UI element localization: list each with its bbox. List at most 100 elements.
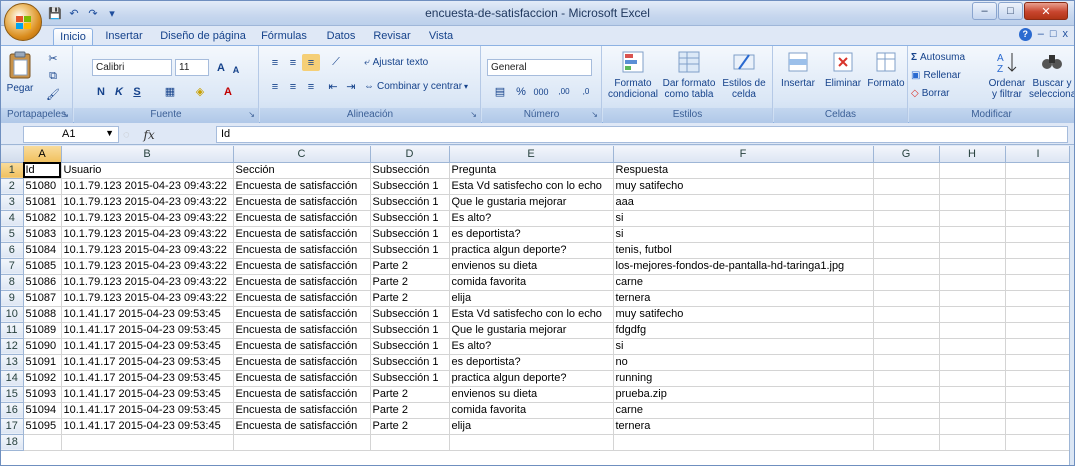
format-cells-button[interactable]: Formato (866, 49, 906, 89)
bold-button[interactable]: N (94, 83, 108, 100)
font-family-select[interactable]: Calibri (92, 59, 172, 76)
insert-function-icon[interactable]: fx (144, 128, 155, 142)
increase-decimals-button[interactable]: ,00 (554, 83, 574, 100)
cell-h11[interactable] (939, 322, 1006, 339)
tab-revisar[interactable]: Revisar (371, 28, 413, 45)
tab-diseno-pagina[interactable]: Diseño de página (159, 28, 247, 45)
cell-f15[interactable]: prueba.zip (613, 386, 874, 403)
cell-e15[interactable]: envienos su dieta (449, 386, 614, 403)
cell-b6[interactable]: 10.1.79.123 2015-04-23 09:43:22 (61, 242, 234, 259)
cell-c7[interactable]: Encuesta de satisfacción (233, 258, 371, 275)
row-header[interactable]: 2 (1, 178, 24, 195)
cell-i12[interactable] (1005, 338, 1072, 355)
cell-b1[interactable]: Usuario (61, 162, 234, 179)
cell-h9[interactable] (939, 290, 1006, 307)
column-header-e[interactable]: E (449, 146, 614, 163)
row-header[interactable]: 15 (1, 386, 24, 403)
cell-b10[interactable]: 10.1.41.17 2015-04-23 09:53:45 (61, 306, 234, 323)
increase-indent-icon[interactable]: ⇥ (342, 78, 360, 95)
cell-i11[interactable] (1005, 322, 1072, 339)
cell-e1[interactable]: Pregunta (449, 162, 614, 179)
percent-button[interactable]: % (514, 83, 528, 100)
cell-f6[interactable]: tenis, futbol (613, 242, 874, 259)
workbook-close-button[interactable]: x (1063, 28, 1069, 41)
borders-icon[interactable]: ▦ (158, 83, 182, 100)
cell-c15[interactable]: Encuesta de satisfacción (233, 386, 371, 403)
row-header[interactable]: 6 (1, 242, 24, 259)
cell-b8[interactable]: 10.1.79.123 2015-04-23 09:43:22 (61, 274, 234, 291)
cell-b7[interactable]: 10.1.79.123 2015-04-23 09:43:22 (61, 258, 234, 275)
cell-d15[interactable]: Parte 2 (370, 386, 450, 403)
cell-i1[interactable] (1005, 162, 1072, 179)
cell-i9[interactable] (1005, 290, 1072, 307)
cell-i13[interactable] (1005, 354, 1072, 371)
row-header[interactable]: 10 (1, 306, 24, 323)
cell-b3[interactable]: 10.1.79.123 2015-04-23 09:43:22 (61, 194, 234, 211)
font-color-icon[interactable]: A (216, 83, 240, 100)
cell-a4[interactable]: 51082 (23, 210, 62, 227)
cell-d8[interactable]: Parte 2 (370, 274, 450, 291)
find-select-button[interactable]: Buscar y seleccionar (1029, 49, 1074, 100)
cell-h5[interactable] (939, 226, 1006, 243)
fill-button[interactable]: ▣ Rellenar (911, 67, 983, 84)
cell-b17[interactable]: 10.1.41.17 2015-04-23 09:53:45 (61, 418, 234, 435)
cell-f14[interactable]: running (613, 370, 874, 387)
align-right-icon[interactable]: ≡ (302, 78, 320, 95)
cell-d17[interactable]: Parte 2 (370, 418, 450, 435)
cell-g8[interactable] (873, 274, 940, 291)
cell-d5[interactable]: Subsección 1 (370, 226, 450, 243)
cell-e18[interactable] (449, 434, 614, 451)
decrease-indent-icon[interactable]: ⇤ (324, 78, 342, 95)
cell-h7[interactable] (939, 258, 1006, 275)
cell-d14[interactable]: Subsección 1 (370, 370, 450, 387)
cell-b13[interactable]: 10.1.41.17 2015-04-23 09:53:45 (61, 354, 234, 371)
help-icon[interactable]: ? (1018, 28, 1032, 41)
merge-center-button[interactable]: ⇔ Combinar y centrar ▾ (364, 78, 480, 95)
cell-g14[interactable] (873, 370, 940, 387)
cut-icon[interactable]: ✂ (45, 50, 61, 67)
cell-g15[interactable] (873, 386, 940, 403)
cell-h12[interactable] (939, 338, 1006, 355)
row-header[interactable]: 4 (1, 210, 24, 227)
cell-h3[interactable] (939, 194, 1006, 211)
cell-f8[interactable]: carne (613, 274, 874, 291)
cell-i5[interactable] (1005, 226, 1072, 243)
cell-f10[interactable]: muy satifecho (613, 306, 874, 323)
cell-g10[interactable] (873, 306, 940, 323)
font-launcher-icon[interactable]: ↘ (248, 110, 255, 119)
thousands-button[interactable]: 000 (530, 83, 552, 100)
align-left-icon[interactable]: ≡ (266, 78, 284, 95)
italic-button[interactable]: K (112, 83, 126, 100)
fill-color-icon[interactable]: ◈ (188, 83, 212, 100)
orientation-icon[interactable]: ⟋ (324, 54, 348, 71)
cell-b16[interactable]: 10.1.41.17 2015-04-23 09:53:45 (61, 402, 234, 419)
cell-b12[interactable]: 10.1.41.17 2015-04-23 09:53:45 (61, 338, 234, 355)
cell-b4[interactable]: 10.1.79.123 2015-04-23 09:43:22 (61, 210, 234, 227)
cell-f13[interactable]: no (613, 354, 874, 371)
cell-e17[interactable]: elija (449, 418, 614, 435)
shrink-font-button[interactable]: A (230, 61, 242, 78)
cell-d2[interactable]: Subsección 1 (370, 178, 450, 195)
cell-d1[interactable]: Subsección (370, 162, 450, 179)
cell-b9[interactable]: 10.1.79.123 2015-04-23 09:43:22 (61, 290, 234, 307)
row-header[interactable]: 11 (1, 322, 24, 339)
column-header-g[interactable]: G (873, 146, 940, 163)
cell-e13[interactable]: es deportista? (449, 354, 614, 371)
cell-f2[interactable]: muy satifecho (613, 178, 874, 195)
cell-h14[interactable] (939, 370, 1006, 387)
cell-i6[interactable] (1005, 242, 1072, 259)
cell-e4[interactable]: Es alto? (449, 210, 614, 227)
cell-d18[interactable] (370, 434, 450, 451)
cell-e8[interactable]: comida favorita (449, 274, 614, 291)
cell-i18[interactable] (1005, 434, 1072, 451)
accounting-format-icon[interactable]: ▤ (488, 83, 512, 100)
cell-e6[interactable]: practica algun deporte? (449, 242, 614, 259)
cell-d3[interactable]: Subsección 1 (370, 194, 450, 211)
cell-b15[interactable]: 10.1.41.17 2015-04-23 09:53:45 (61, 386, 234, 403)
cell-c1[interactable]: Sección (233, 162, 371, 179)
cell-a8[interactable]: 51086 (23, 274, 62, 291)
cell-b2[interactable]: 10.1.79.123 2015-04-23 09:43:22 (61, 178, 234, 195)
cell-d10[interactable]: Subsección 1 (370, 306, 450, 323)
row-header[interactable]: 8 (1, 274, 24, 291)
cell-g12[interactable] (873, 338, 940, 355)
